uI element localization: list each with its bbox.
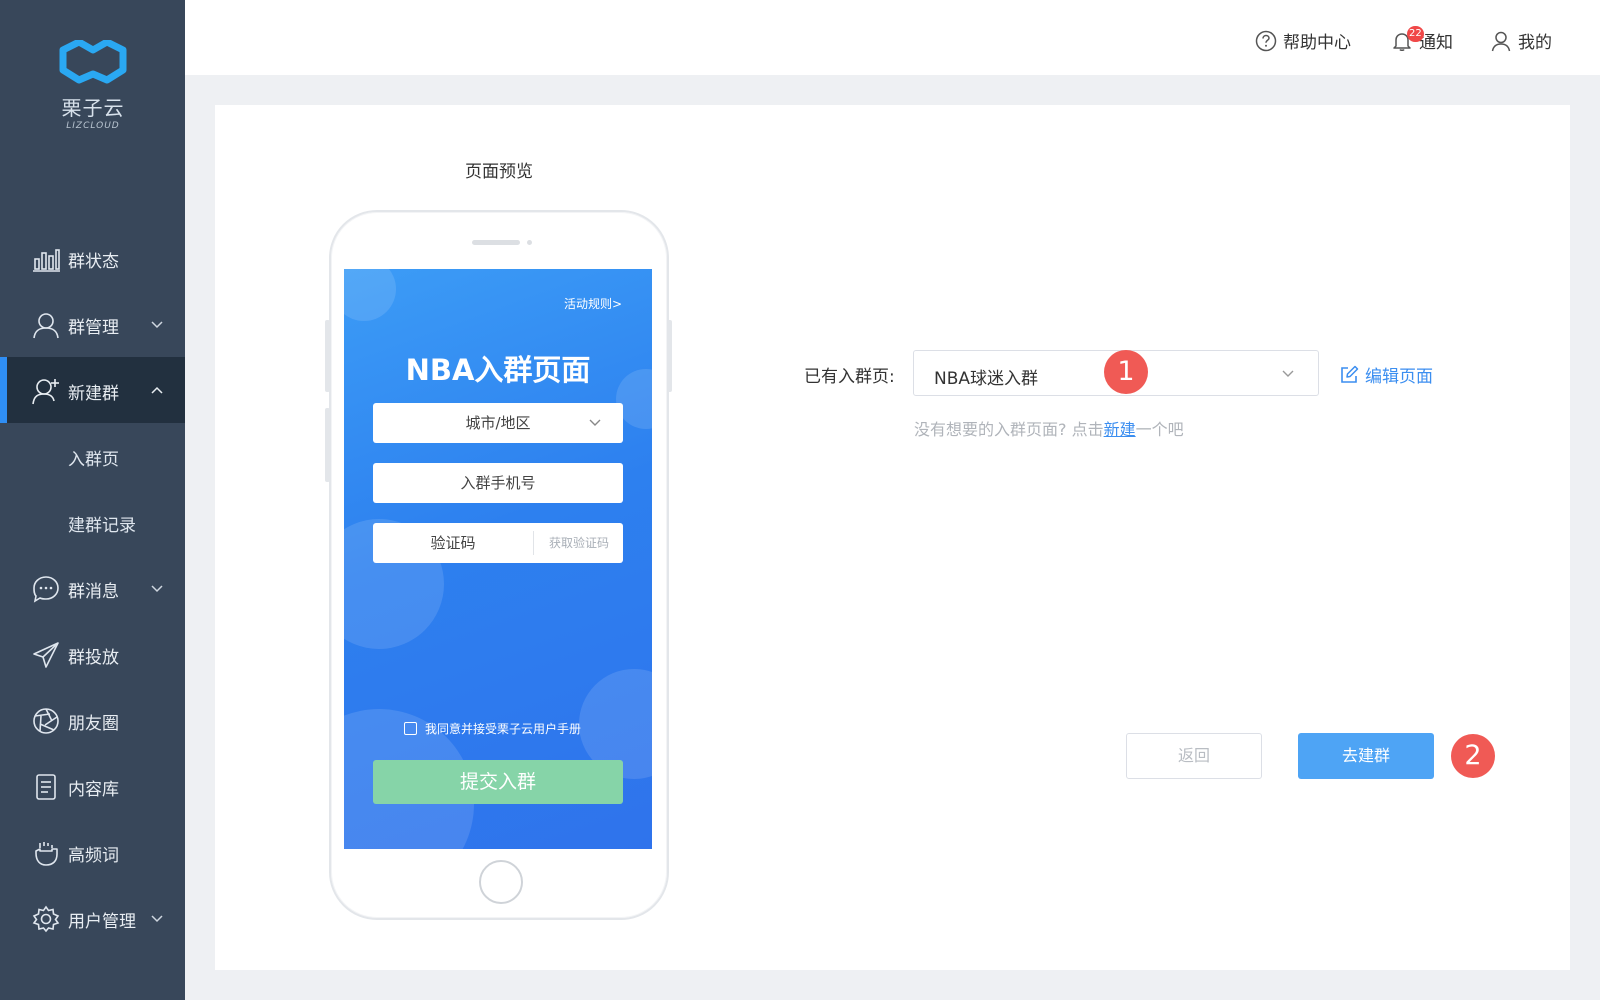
sidebar-item-user-manage[interactable]: 用户管理 — [0, 885, 185, 951]
send-icon — [33, 642, 59, 668]
sidebar-item-label: 新建群 — [68, 384, 119, 404]
city-select-label: 城市/地区 — [465, 414, 531, 432]
sidebar-item-label: 朋友圈 — [68, 714, 119, 734]
agreement-label: 我同意并接受栗子云用户手册 — [425, 722, 582, 736]
chevron-up-icon — [151, 386, 163, 394]
top-header: 帮助中心 22 通知 我的 — [185, 0, 1600, 75]
sidebar-subitem-build-records[interactable]: 建群记录 — [0, 489, 185, 555]
step-marker-2: 2 — [1451, 734, 1495, 778]
logo[interactable]: 栗子云 LIZCLOUD — [50, 38, 136, 140]
submit-join-button[interactable]: 提交入群 — [373, 760, 623, 804]
join-page-selected-value: NBA球迷入群 — [934, 369, 1039, 389]
sidebar-item-group-manage[interactable]: 群管理 — [0, 291, 185, 357]
sidebar-subitem-join-page[interactable]: 入群页 — [0, 423, 185, 489]
help-center-link[interactable]: 帮助中心 — [1255, 28, 1351, 53]
my-account-label: 我的 — [1518, 33, 1552, 53]
create-hint-prefix: 没有想要的入群页面? 点击 — [914, 420, 1104, 439]
field-divider — [533, 531, 534, 555]
sidebar-item-label: 高频词 — [68, 846, 119, 866]
user-icon — [33, 313, 59, 339]
sidebar-item-group-delivery[interactable]: 群投放 — [0, 621, 185, 687]
page-preview-title: 页面预览 — [465, 162, 533, 182]
help-center-label: 帮助中心 — [1283, 33, 1351, 53]
sidebar-item-hot-words[interactable]: 高频词 — [0, 819, 185, 885]
phone-side-button — [325, 320, 330, 392]
edit-page-label: 编辑页面 — [1365, 367, 1433, 387]
sidebar-item-content-library[interactable]: 内容库 — [0, 753, 185, 819]
phone-number-input[interactable]: 入群手机号 — [373, 463, 623, 503]
gear-icon — [32, 905, 60, 933]
agreement-row[interactable]: 我同意并接受栗子云用户手册 — [404, 720, 581, 737]
back-button[interactable]: 返回 — [1126, 733, 1262, 779]
add-user-icon — [32, 379, 59, 405]
phone-speaker — [472, 240, 520, 245]
chat-icon — [33, 576, 59, 603]
create-hint: 没有想要的入群页面? 点击新建一个吧 — [914, 416, 1184, 440]
sidebar-item-group-status[interactable]: 群状态 — [0, 225, 185, 291]
chevron-down-icon — [1282, 370, 1294, 377]
sidebar-item-label: 群状态 — [68, 252, 119, 272]
create-hint-suffix: 一个吧 — [1135, 420, 1184, 439]
sidebar: 栗子云 LIZCLOUD 群状态 群管理 新建群 入群页 建群记录 群消息 群投… — [0, 0, 185, 1000]
sidebar-item-label: 用户管理 — [68, 912, 136, 932]
my-account-link[interactable]: 我的 — [1490, 28, 1552, 53]
edit-icon — [1341, 365, 1359, 383]
sidebar-item-label: 群管理 — [68, 318, 119, 338]
verification-code-field[interactable]: 验证码 获取验证码 — [373, 523, 623, 563]
sidebar-subitem-label: 建群记录 — [68, 516, 136, 536]
chevron-down-icon — [589, 419, 601, 426]
sidebar-item-label: 群消息 — [68, 582, 119, 602]
chevron-down-icon — [151, 915, 163, 923]
help-icon — [1255, 30, 1277, 51]
edit-page-link[interactable]: 编辑页面 — [1339, 362, 1433, 387]
sidebar-item-new-group[interactable]: 新建群 — [0, 357, 185, 423]
activity-rules-link[interactable]: 活动规则> — [564, 295, 622, 312]
logo-icon — [59, 38, 127, 84]
create-new-link[interactable]: 新建 — [1104, 420, 1136, 439]
logo-text: 栗子云 — [61, 96, 125, 120]
bar-chart-icon — [33, 249, 60, 272]
sidebar-item-moments[interactable]: 朋友圈 — [0, 687, 185, 753]
sidebar-item-label: 群投放 — [68, 648, 119, 668]
sidebar-subitem-label: 入群页 — [68, 450, 119, 470]
sidebar-item-label: 内容库 — [68, 780, 119, 800]
chevron-down-icon — [151, 585, 163, 593]
logo-subtext: LIZCLOUD — [66, 121, 120, 131]
existing-page-label: 已有入群页: — [804, 367, 895, 387]
notification-badge: 22 — [1407, 25, 1424, 42]
phone-screen: 活动规则> NBA入群页面 城市/地区 入群手机号 验证码 获取验证码 我同意并… — [344, 269, 652, 849]
phone-camera — [527, 240, 532, 245]
city-select[interactable]: 城市/地区 — [373, 403, 623, 443]
step-marker-1: 1 — [1104, 350, 1148, 394]
sidebar-item-group-messages[interactable]: 群消息 — [0, 555, 185, 621]
chevron-down-icon — [151, 321, 163, 329]
aperture-icon — [33, 708, 59, 734]
phone-side-button — [325, 408, 330, 482]
user-icon — [1491, 31, 1511, 51]
agreement-checkbox[interactable] — [404, 722, 417, 735]
verification-code-input[interactable]: 验证码 — [373, 523, 533, 563]
preview-screen-title: NBA入群页面 — [405, 353, 591, 387]
get-code-button[interactable]: 获取验证码 — [535, 523, 623, 563]
document-icon — [36, 774, 56, 800]
hand-icon — [35, 842, 58, 866]
notification-label: 通知 — [1419, 33, 1453, 53]
phone-number-placeholder: 入群手机号 — [460, 474, 536, 492]
phone-home-button — [479, 860, 523, 904]
go-create-group-button[interactable]: 去建群 — [1298, 733, 1434, 779]
notification-link[interactable]: 22 通知 — [1391, 25, 1453, 53]
decor-bubble — [344, 269, 396, 321]
phone-side-button — [667, 320, 672, 392]
